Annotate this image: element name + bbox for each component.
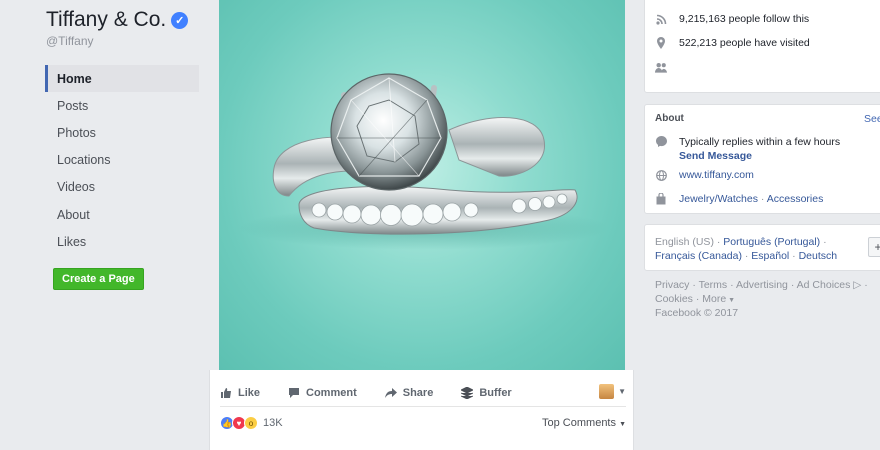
caret-down-icon: ▼: [726, 296, 736, 304]
languages-card: English (US) · Português (Portugal) · Fr…: [644, 224, 880, 271]
language-list: English (US) · Português (Portugal) · Fr…: [655, 235, 855, 263]
language-deutsch[interactable]: Deutsch: [799, 250, 838, 262]
messenger-icon: [655, 135, 667, 147]
comment-icon: [289, 387, 300, 398]
buffer-label: Buffer: [479, 386, 512, 399]
share-button[interactable]: Share: [384, 386, 434, 399]
verified-badge-icon: ✓: [171, 11, 189, 29]
website-link[interactable]: www.tiffany.com: [679, 169, 754, 181]
about-card: About See Typically replies within a few…: [644, 104, 880, 214]
footer-advertising-link[interactable]: Advertising: [736, 279, 788, 291]
language-current: English (US): [655, 236, 714, 248]
separator: ·: [820, 236, 827, 248]
footer-more-link[interactable]: More: [702, 293, 726, 305]
language-portugues[interactable]: Português (Portugal): [723, 236, 820, 248]
comment-button[interactable]: Comment: [288, 387, 357, 399]
footer-cookies-link[interactable]: Cookies: [655, 293, 693, 305]
separator: ·: [741, 250, 752, 262]
nav-item-locations[interactable]: Locations: [45, 147, 199, 174]
footer-copyright: Facebook © 2017: [655, 307, 739, 320]
post-action-bar: Like Comment Share Buffer ▼: [220, 379, 626, 407]
footer-privacy-link[interactable]: Privacy: [655, 279, 689, 291]
followers-text: 9,215,163 people follow this: [679, 13, 810, 25]
page-nav: Home Posts Photos Locations Videos About…: [45, 65, 199, 255]
page-handle[interactable]: @Tiffany: [46, 34, 94, 48]
category-separator: ·: [757, 193, 767, 205]
separator: ·: [727, 279, 736, 291]
top-comments-label: Top Comments: [542, 417, 616, 429]
ring-illustration: [239, 73, 609, 250]
friends-row: [655, 61, 679, 73]
more-languages-button[interactable]: +: [868, 237, 880, 257]
map-pin-icon: [655, 37, 667, 49]
nav-item-about[interactable]: About: [45, 201, 199, 228]
page-title[interactable]: Tiffany & Co. ✓: [46, 8, 189, 32]
nav-item-home[interactable]: Home: [45, 65, 199, 93]
footer-terms-link[interactable]: Terms: [699, 279, 728, 291]
about-heading: About: [655, 113, 684, 124]
reaction-count[interactable]: 13K: [263, 417, 283, 429]
ad-choices-icon: ▷: [850, 279, 862, 291]
nav-item-likes[interactable]: Likes: [45, 228, 199, 255]
like-button[interactable]: Like: [220, 387, 260, 399]
category-jewelry-link[interactable]: Jewelry/Watches: [679, 193, 758, 205]
separator: ·: [787, 279, 797, 291]
footer-ad-choices-link[interactable]: Ad Choices: [797, 279, 851, 291]
language-espanol[interactable]: Español: [751, 250, 789, 262]
buffer-stack-icon: [461, 386, 474, 399]
community-card: 9,215,163 people follow this 522,213 peo…: [644, 0, 880, 93]
caret-down-icon: ▼: [618, 387, 626, 396]
like-label: Like: [238, 386, 261, 399]
website-row: www.tiffany.com: [655, 169, 754, 181]
see-all-link[interactable]: See: [864, 113, 880, 125]
share-arrow-icon: [384, 387, 397, 398]
post-as-selector[interactable]: ▼: [599, 384, 626, 399]
post-photo[interactable]: [219, 0, 625, 370]
nav-item-videos[interactable]: Videos: [45, 174, 199, 201]
shopping-bag-icon: [655, 193, 667, 205]
comment-label: Comment: [306, 386, 357, 399]
visits-row: 522,213 people have visited: [655, 37, 810, 49]
site-footer: Privacy · Terms · Advertising · Ad Choic…: [655, 279, 880, 321]
rss-icon: [655, 13, 667, 25]
buffer-button[interactable]: Buffer: [461, 386, 512, 399]
reactions-summary: 👍 ♥ o 13K Top Comments ▼: [220, 416, 626, 430]
top-comments-dropdown[interactable]: Top Comments ▼: [542, 417, 626, 429]
avatar: [599, 384, 615, 399]
followers-row: 9,215,163 people follow this: [655, 13, 809, 25]
wow-reaction-icon[interactable]: o: [244, 416, 258, 430]
category-row: Jewelry/Watches · Accessories: [655, 193, 823, 205]
share-label: Share: [402, 386, 434, 399]
thumbs-up-icon: [221, 387, 231, 398]
post-footer: Like Comment Share Buffer ▼ 👍 ♥ o 13K To…: [209, 370, 634, 450]
globe-icon: [655, 169, 667, 181]
nav-item-posts[interactable]: Posts: [45, 92, 199, 119]
left-column: Tiffany & Co. ✓ @Tiffany Home Posts Phot…: [0, 0, 210, 450]
visits-text: 522,213 people have visited: [679, 37, 810, 49]
caret-down-icon: ▼: [619, 421, 626, 428]
separator: ·: [789, 250, 799, 262]
category-accessories-link[interactable]: Accessories: [767, 193, 824, 205]
separator: ·: [692, 292, 703, 305]
response-time-text: Typically replies within a few hours: [679, 136, 841, 148]
people-icon: [655, 61, 667, 73]
create-page-button[interactable]: Create a Page: [53, 268, 144, 290]
separator: ·: [713, 236, 724, 248]
send-message-link[interactable]: Send Message: [679, 149, 840, 163]
language-francais[interactable]: Français (Canada): [655, 250, 742, 262]
separator: ·: [689, 279, 699, 291]
page-name-text[interactable]: Tiffany & Co.: [46, 8, 166, 32]
nav-item-photos[interactable]: Photos: [45, 119, 199, 146]
response-row: Typically replies within a few hours Sen…: [655, 135, 840, 163]
separator: ·: [861, 279, 868, 291]
